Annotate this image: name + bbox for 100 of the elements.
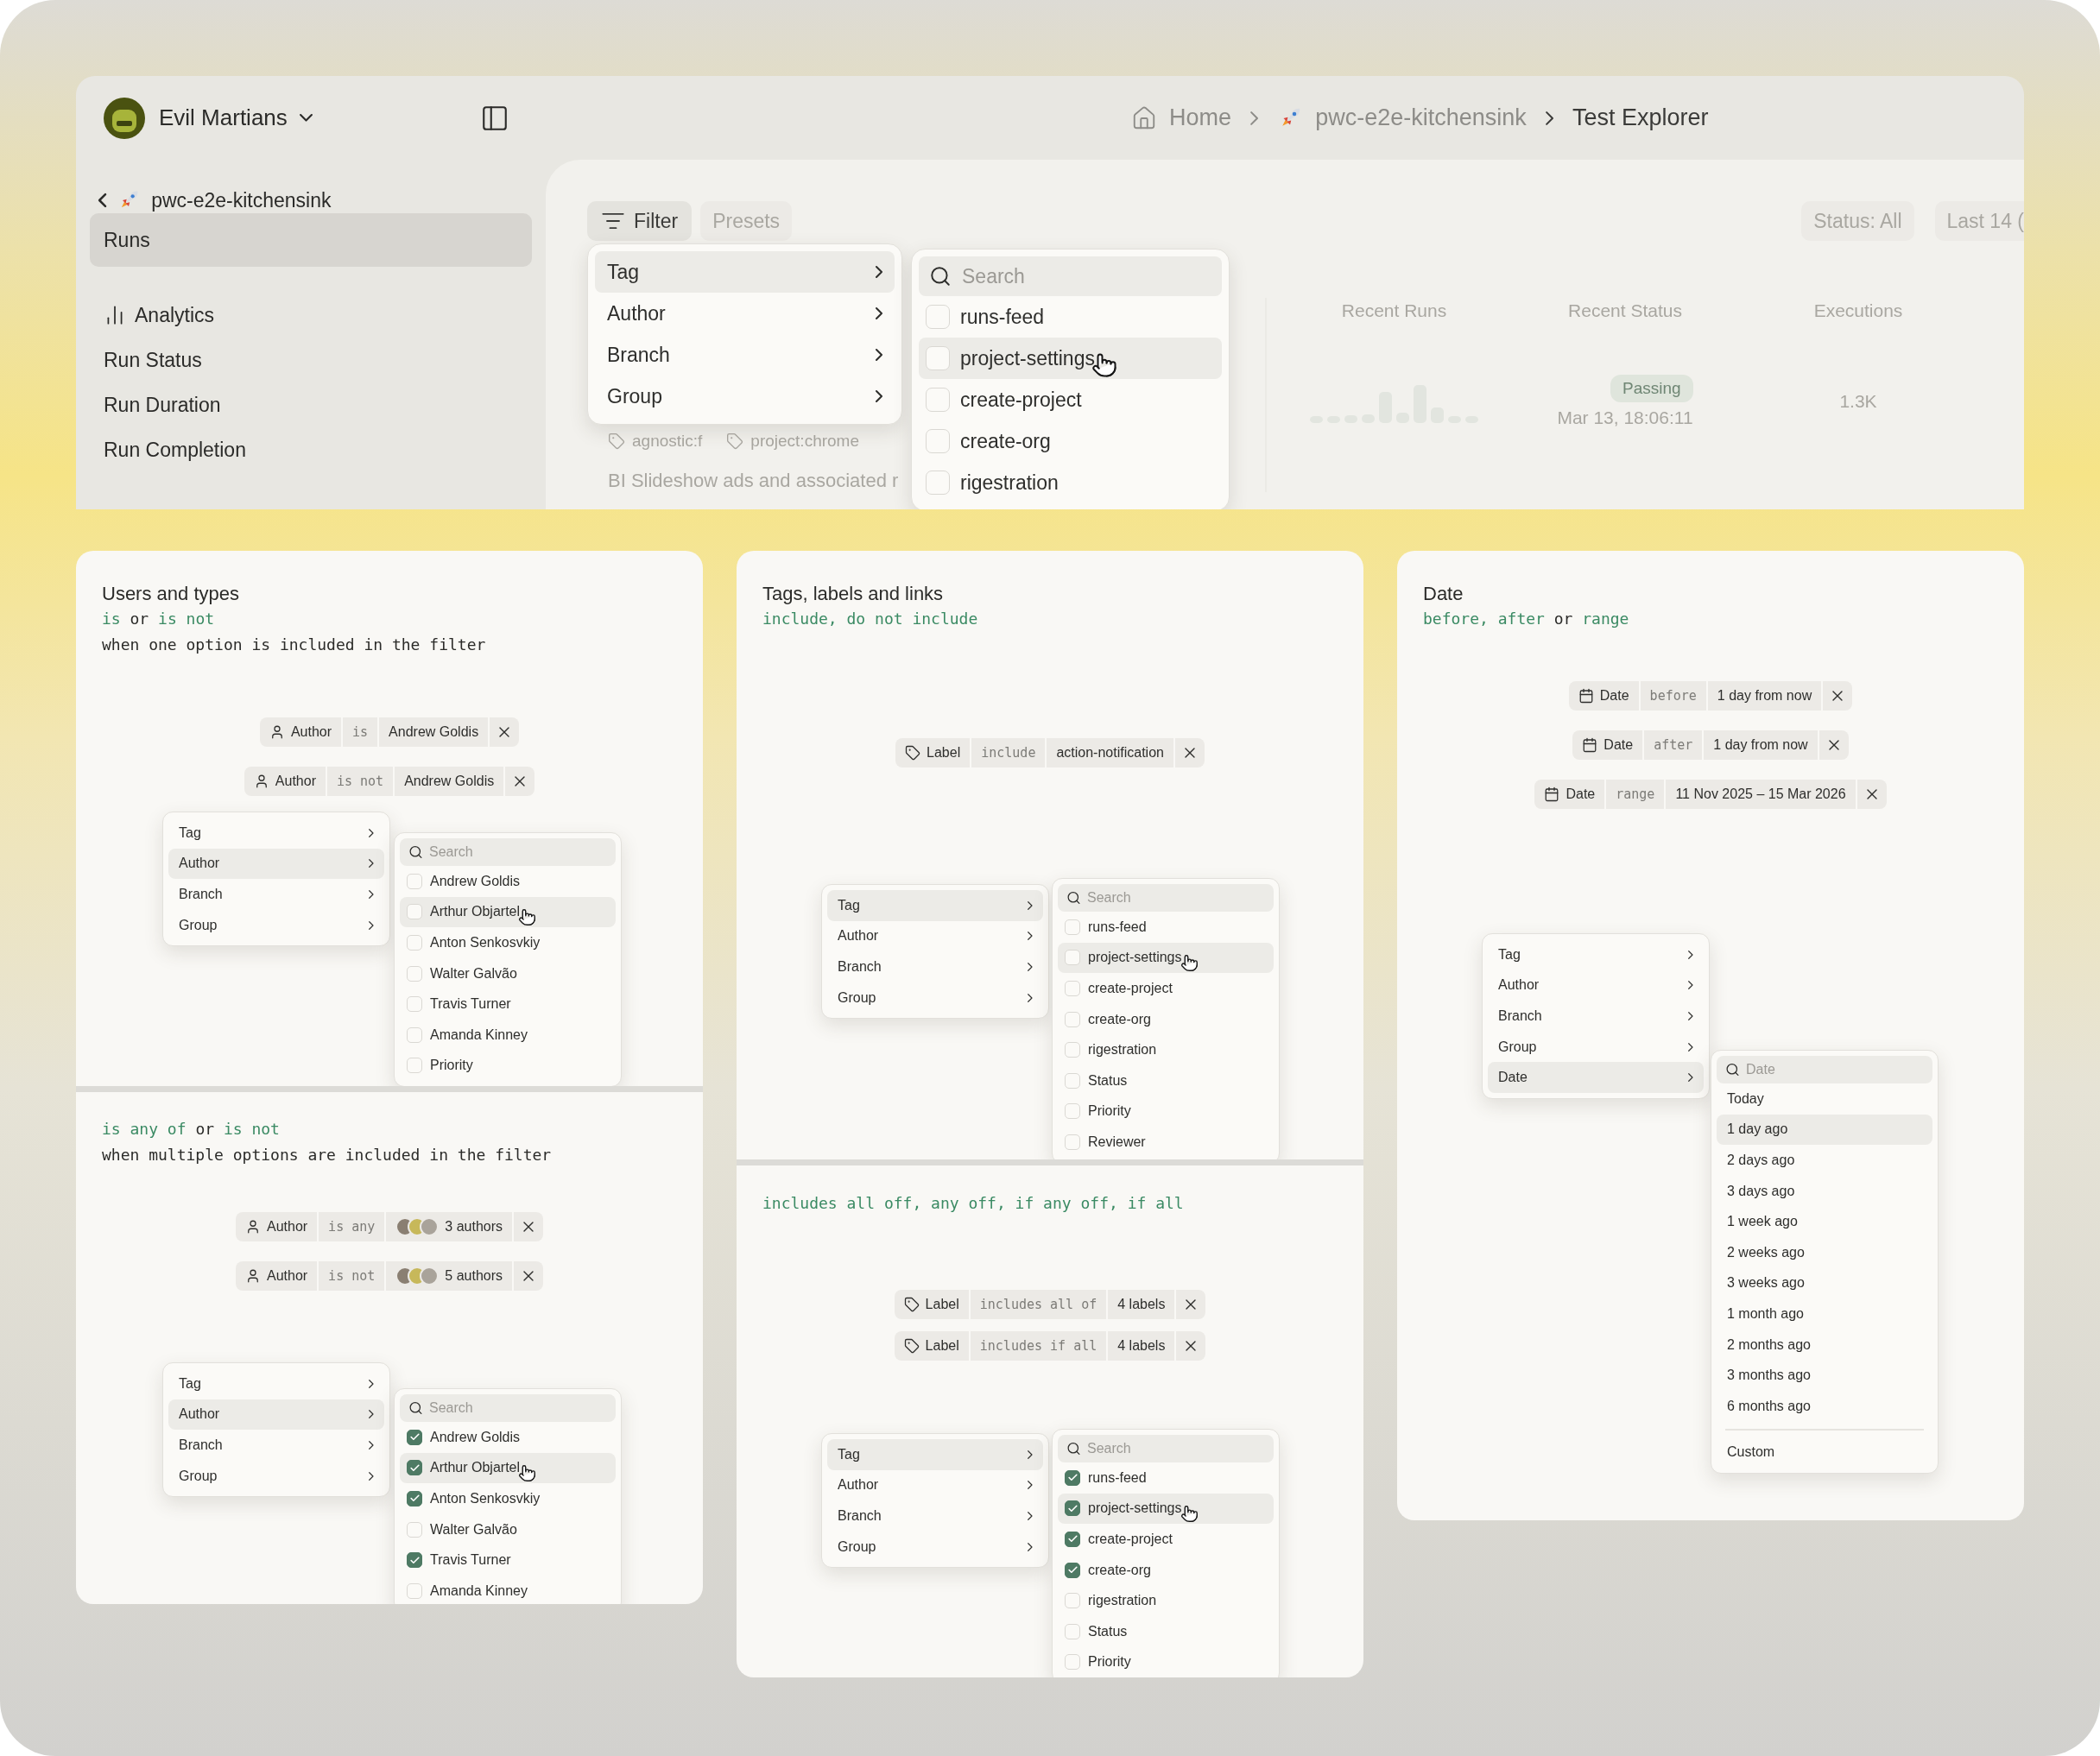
checkbox[interactable]	[1065, 1562, 1080, 1578]
filter-operator[interactable]: is any	[319, 1212, 385, 1241]
back-link[interactable]: pwc-e2e-kitchensink	[90, 187, 532, 213]
org-switcher[interactable]: Evil Martians	[159, 104, 313, 131]
search-field[interactable]: Search	[400, 838, 616, 866]
option-item[interactable]: project-settings	[1058, 1493, 1274, 1525]
filter-operator[interactable]: range	[1606, 780, 1665, 809]
option-item[interactable]: Today	[1717, 1083, 1932, 1115]
sidebar-item[interactable]: Runs	[90, 213, 532, 267]
filter-value[interactable]: action-notification	[1047, 738, 1173, 767]
option-item[interactable]: runs-feed	[1058, 912, 1274, 943]
filter-field[interactable]: Author	[235, 1261, 318, 1291]
option-item[interactable]: 3 months ago	[1717, 1360, 1932, 1391]
checkbox[interactable]	[407, 1460, 422, 1476]
search-field[interactable]: Search	[1058, 884, 1274, 912]
remove-filter-button[interactable]	[1823, 681, 1853, 711]
menu-item[interactable]: Group	[827, 982, 1043, 1014]
option-item[interactable]: Reviewer	[1058, 1127, 1274, 1158]
option-item[interactable]: Arthur Objartel	[400, 896, 616, 928]
option-item[interactable]: Travis Turner	[400, 1544, 616, 1576]
option-item[interactable]: Priority	[1058, 1096, 1274, 1128]
menu-item[interactable]: Branch	[1488, 1001, 1704, 1032]
search-field[interactable]: Search	[1058, 1435, 1274, 1462]
menu-item[interactable]: Branch	[168, 879, 384, 910]
remove-filter-button[interactable]	[490, 717, 520, 747]
filter-field[interactable]: Label	[895, 738, 971, 767]
option-item[interactable]: 6 months ago	[1717, 1390, 1932, 1422]
option-item[interactable]: 2 weeks ago	[1717, 1236, 1932, 1268]
menu-item[interactable]: Author	[1488, 970, 1704, 1001]
filter-value[interactable]: Andrew Goldis	[395, 767, 504, 796]
menu-item[interactable]: Tag	[168, 818, 384, 849]
option-item[interactable]: Status	[1058, 1615, 1274, 1647]
filter-operator[interactable]: is	[343, 717, 378, 747]
search-field[interactable]: Search	[400, 1394, 616, 1422]
menu-item[interactable]: Tag	[827, 1439, 1043, 1470]
option-item[interactable]: runs-feed	[1058, 1462, 1274, 1494]
option-item[interactable]: 2 months ago	[1717, 1329, 1932, 1361]
filter-button[interactable]: Filter	[587, 201, 693, 241]
checkbox[interactable]	[407, 1491, 422, 1506]
search-field[interactable]: Date	[1717, 1056, 1932, 1083]
filter-value[interactable]: 4 labels	[1108, 1331, 1175, 1361]
option-item[interactable]: Walter Galvão	[400, 957, 616, 989]
option-item[interactable]: 1 month ago	[1717, 1298, 1932, 1330]
menu-item[interactable]: Group	[1488, 1031, 1704, 1063]
option-item[interactable]: Andrew Goldis	[400, 1422, 616, 1453]
checkbox[interactable]	[1065, 1500, 1080, 1517]
option-item[interactable]: Amanda Kinney	[400, 1575, 616, 1604]
filter-operator[interactable]: after	[1644, 730, 1703, 760]
option-item[interactable]: project-settings	[919, 338, 1222, 379]
breadcrumb-link[interactable]: Test Explorer	[1572, 104, 1709, 131]
option-item[interactable]: Custom	[1717, 1437, 1932, 1469]
menu-item[interactable]: Group	[168, 1460, 384, 1492]
menu-item[interactable]: Branch	[827, 1500, 1043, 1532]
sidebar-item[interactable]: Analytics	[90, 293, 532, 338]
option-item[interactable]: create-project	[1058, 1524, 1274, 1555]
filter-operator[interactable]: include	[971, 738, 1046, 767]
filter-field[interactable]: Label	[894, 1331, 969, 1361]
option-item[interactable]: Walter Galvão	[400, 1513, 616, 1545]
menu-item[interactable]: Tag	[595, 251, 895, 293]
filter-operator[interactable]: is not	[326, 767, 394, 796]
option-item[interactable]: 3 days ago	[1717, 1175, 1932, 1207]
option-item[interactable]: Priority	[1058, 1646, 1274, 1677]
option-item[interactable]: create-org	[1058, 1554, 1274, 1586]
filter-field[interactable]: Date	[1568, 681, 1639, 711]
option-item[interactable]: Amanda Kinney	[400, 1019, 616, 1051]
remove-filter-button[interactable]	[1176, 1290, 1206, 1319]
option-item[interactable]: Priority	[400, 1050, 616, 1082]
option-item[interactable]: 1 day ago	[1717, 1114, 1932, 1146]
option-item[interactable]: rigestration	[1058, 1585, 1274, 1616]
option-item[interactable]: 2 days ago	[1717, 1145, 1932, 1176]
checkbox[interactable]	[1065, 1532, 1080, 1547]
filter-field[interactable]: Date	[1572, 730, 1643, 760]
remove-filter-button[interactable]	[1176, 1331, 1206, 1361]
option-item[interactable]: create-org	[919, 420, 1222, 462]
filter-value[interactable]: 11 Nov 2025 – 15 Mar 2026	[1666, 780, 1856, 809]
filter-operator[interactable]: includes all of	[970, 1290, 1107, 1319]
checkbox[interactable]	[1065, 1469, 1080, 1486]
option-item[interactable]: Anton Senkosvkiy	[400, 1483, 616, 1514]
filter-value[interactable]: 1 day from now	[1707, 681, 1822, 711]
option-item[interactable]: 1 week ago	[1717, 1206, 1932, 1237]
remove-filter-button[interactable]	[1856, 780, 1887, 809]
option-item[interactable]: rigestration	[919, 462, 1222, 503]
search-field[interactable]: Search	[919, 256, 1222, 296]
filter-value[interactable]: Andrew Goldis	[379, 717, 489, 747]
menu-item[interactable]: Author	[168, 1399, 384, 1431]
option-item[interactable]: rigestration	[1058, 1034, 1274, 1065]
option-item[interactable]: Anton Senkosvkiy	[400, 927, 616, 958]
menu-item[interactable]: Tag	[827, 890, 1043, 921]
option-item[interactable]: 3 weeks ago	[1717, 1267, 1932, 1299]
option-item[interactable]: runs-feed	[919, 296, 1222, 338]
filter-field[interactable]: Author	[259, 717, 341, 747]
menu-item[interactable]: Branch	[168, 1430, 384, 1461]
option-item[interactable]: create-org	[1058, 1003, 1274, 1035]
menu-item[interactable]: Date	[1488, 1062, 1704, 1093]
filter-field[interactable]: Date	[1534, 780, 1605, 809]
menu-item[interactable]: Author	[595, 293, 895, 334]
menu-item[interactable]: Group	[168, 909, 384, 941]
filter-value[interactable]: 1 day from now	[1704, 730, 1818, 760]
menu-item[interactable]: Tag	[1488, 939, 1704, 970]
option-item[interactable]: Arthur Objartel	[400, 1452, 616, 1484]
